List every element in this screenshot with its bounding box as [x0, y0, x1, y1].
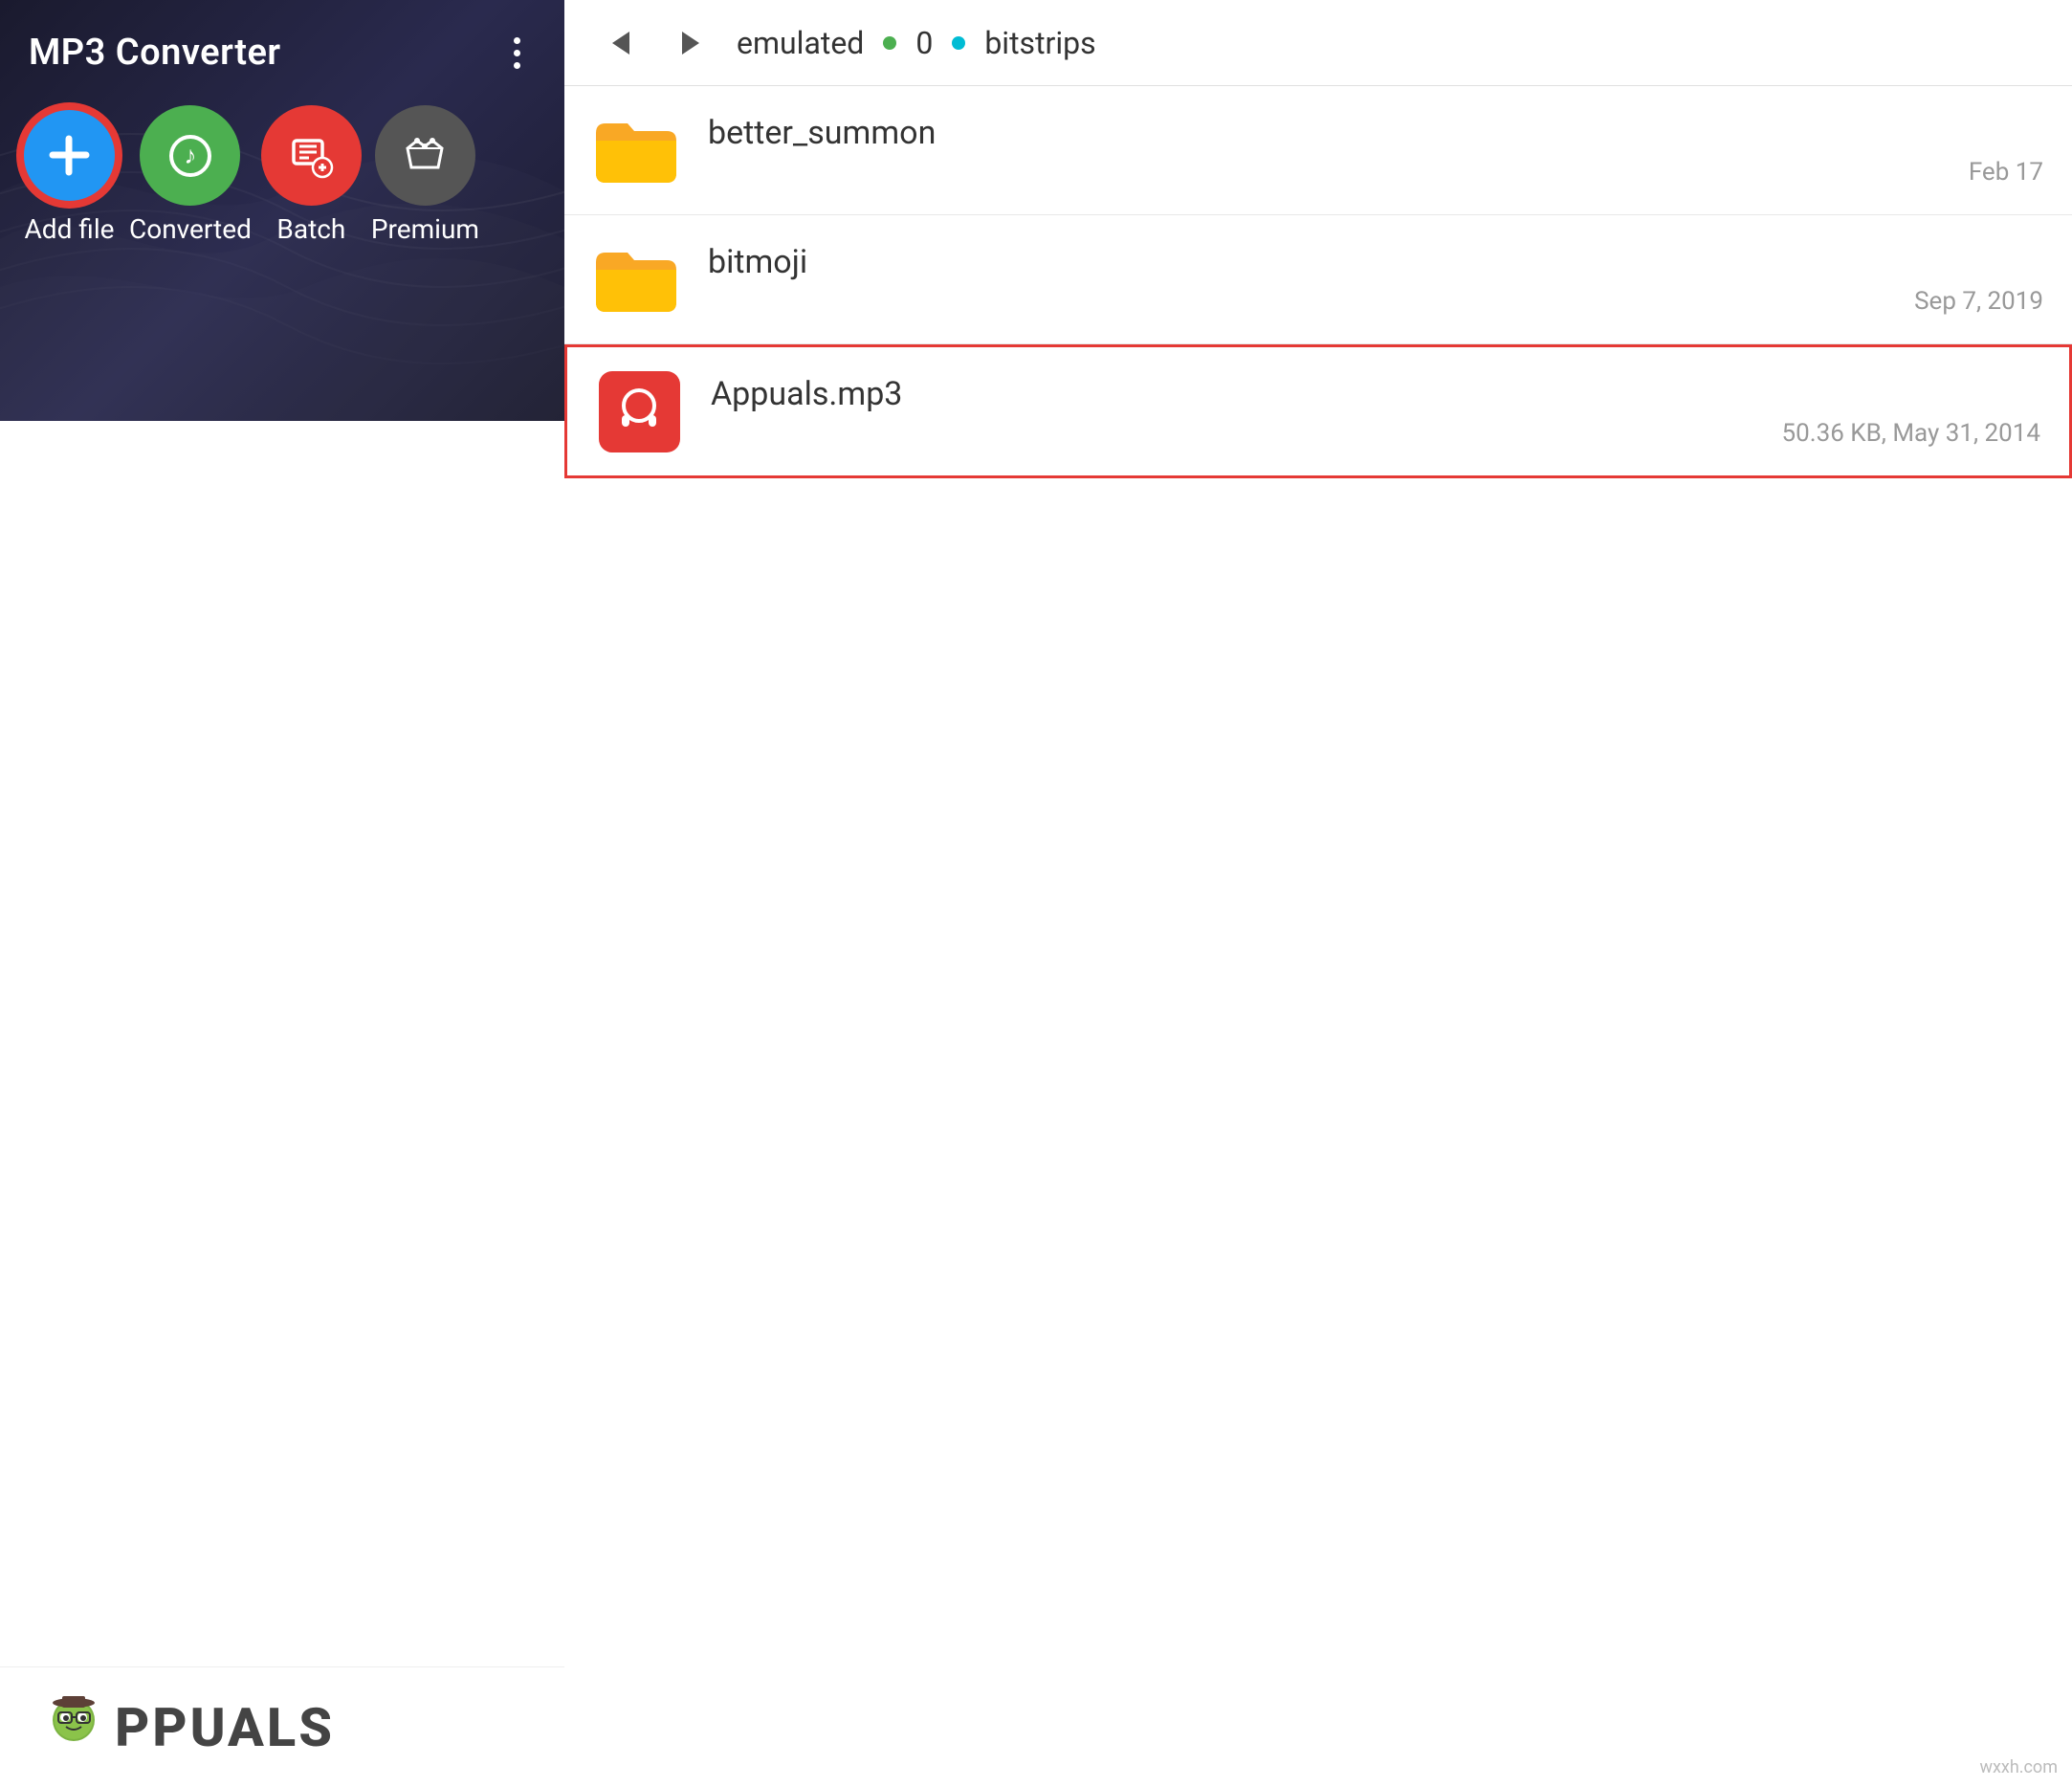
file-list: better_summon Feb 17 bitmoji Sep 7, 2019 [564, 86, 2072, 1758]
batch-button[interactable]: Batch [261, 105, 362, 245]
left-panel: MP3 Converter Add file ♪ [0, 0, 564, 1787]
file-item[interactable]: bitmoji Sep 7, 2019 [564, 215, 2072, 344]
file-item[interactable]: better_summon Feb 17 [564, 86, 2072, 215]
folder-icon-wrapper [593, 236, 679, 322]
mp3-icon-wrapper [596, 368, 682, 454]
file-size-date: 50.36 KB, May 31, 2014 [1782, 419, 2040, 448]
file-item-selected[interactable]: Appuals.mp3 50.36 KB, May 31, 2014 [564, 344, 2072, 478]
mp3-icon [599, 371, 680, 452]
file-name: Appuals.mp3 [711, 375, 2040, 413]
appuals-logo: PPUALS [0, 1666, 564, 1787]
add-file-label: Add file [25, 213, 115, 245]
folder-icon [594, 245, 678, 314]
app-title: MP3 Converter [29, 32, 281, 74]
add-file-icon [19, 105, 120, 206]
toolbar: Add file ♪ Converted [0, 86, 564, 264]
premium-button[interactable]: Premium [371, 105, 479, 245]
converted-label: Converted [129, 213, 252, 245]
add-file-button[interactable]: Add file [19, 105, 120, 245]
file-info: Appuals.mp3 50.36 KB, May 31, 2014 [711, 375, 2040, 448]
top-bar: MP3 Converter [0, 0, 564, 86]
batch-icon [261, 105, 362, 206]
file-date: Feb 17 [1969, 158, 2043, 187]
breadcrumb-area: emulated 0 bitstrips [737, 25, 2043, 61]
dot-separator-1 [883, 36, 896, 50]
premium-icon [375, 105, 475, 206]
appuals-character-icon [38, 1691, 110, 1763]
file-name: bitmoji [708, 243, 2043, 281]
converted-icon: ♪ [140, 105, 240, 206]
file-info: bitmoji Sep 7, 2019 [708, 243, 2043, 316]
converted-button[interactable]: ♪ Converted [129, 105, 252, 245]
dot-separator-2 [952, 36, 965, 50]
folder-icon [594, 116, 678, 185]
file-meta-row: Sep 7, 2019 [708, 287, 2043, 316]
forward-button[interactable] [665, 16, 717, 69]
breadcrumb-path: emulated [737, 25, 864, 61]
batch-label: Batch [276, 213, 345, 245]
file-date: Sep 7, 2019 [1914, 287, 2043, 316]
svg-text:♪: ♪ [184, 141, 196, 169]
file-name: better_summon [708, 114, 2043, 152]
breadcrumb-location: bitstrips [984, 25, 1095, 61]
file-browser-topbar: emulated 0 bitstrips [564, 0, 2072, 86]
right-panel: emulated 0 bitstrips better_summon Feb 1… [564, 0, 2072, 1787]
premium-label: Premium [371, 213, 479, 245]
back-button[interactable] [593, 16, 646, 69]
file-meta-row: 50.36 KB, May 31, 2014 [711, 419, 2040, 448]
breadcrumb-count: 0 [915, 25, 933, 61]
file-info: better_summon Feb 17 [708, 114, 2043, 187]
appuals-text: PPUALS [115, 1696, 335, 1759]
folder-icon-wrapper [593, 107, 679, 193]
watermark: wxxh.com [1979, 1757, 2058, 1777]
file-meta-row: Feb 17 [708, 158, 2043, 187]
watermark-area: wxxh.com [564, 1758, 2072, 1787]
menu-button[interactable] [497, 37, 536, 69]
left-content-area [0, 264, 564, 1666]
